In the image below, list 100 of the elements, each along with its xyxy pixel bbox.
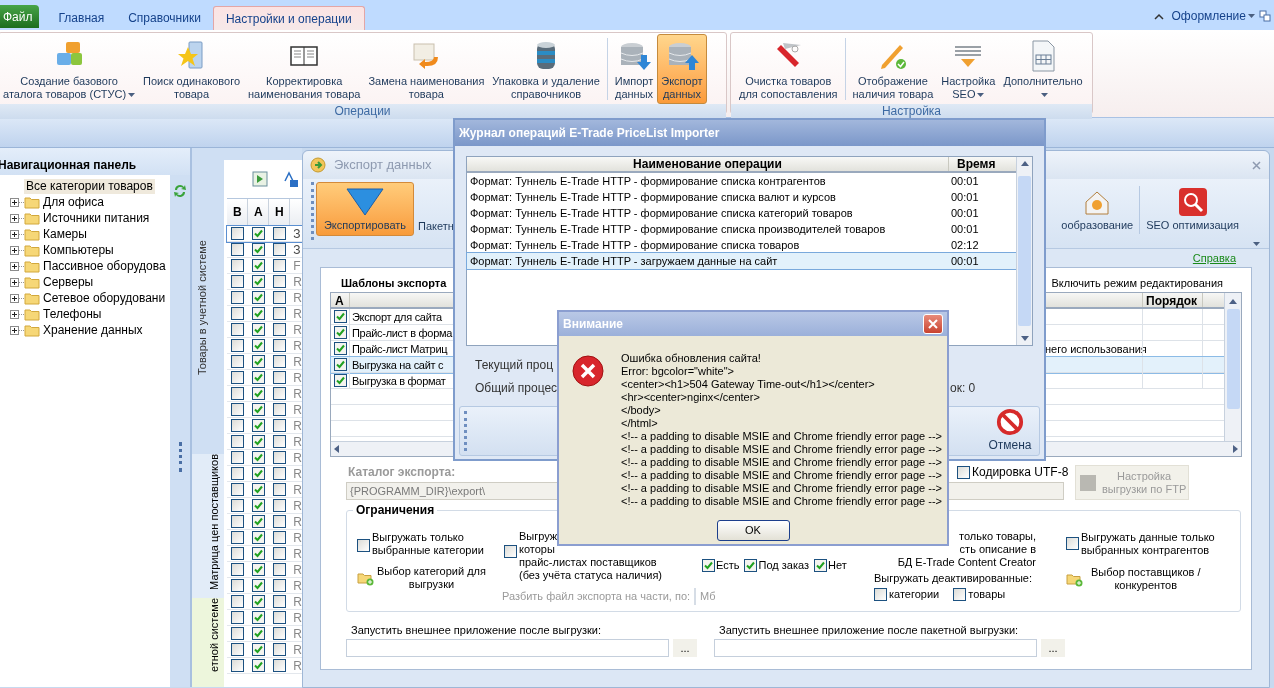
checkbox[interactable] <box>273 643 287 656</box>
checkbox[interactable] <box>231 579 245 592</box>
checkbox[interactable] <box>273 275 287 288</box>
checkbox[interactable] <box>252 307 266 320</box>
choose-categories-button[interactable]: Выбор категорий для выгрузки <box>357 565 504 591</box>
checkbox[interactable] <box>252 323 266 336</box>
checkbox[interactable] <box>231 339 245 352</box>
checkbox[interactable] <box>273 259 287 272</box>
checkbox[interactable] <box>252 435 266 448</box>
checkbox[interactable] <box>252 531 266 544</box>
expand-icon[interactable] <box>10 229 19 239</box>
ribbon-button[interactable]: Корректировка наименования товара <box>244 34 365 104</box>
ribbon-button[interactable]: Экспорт данных <box>657 34 707 104</box>
checkbox[interactable] <box>231 483 245 496</box>
toolbar-button[interactable]: ообразование <box>1059 182 1136 236</box>
ribbon-button[interactable]: Очистка товаров для сопоставления <box>735 34 842 104</box>
checkbox[interactable] <box>231 659 245 672</box>
browse-button[interactable]: ... <box>673 639 697 657</box>
cancel-button[interactable]: Отмена <box>983 408 1037 454</box>
tree-item[interactable]: Для офиса <box>43 194 104 210</box>
checkbox[interactable] <box>231 595 245 608</box>
expand-icon[interactable] <box>10 277 19 287</box>
checkbox[interactable] <box>333 374 347 387</box>
ribbon-button[interactable]: Дополнительно <box>999 34 1087 104</box>
tree-item[interactable]: Компьютеры <box>43 242 114 258</box>
checkbox[interactable] <box>252 259 266 272</box>
checkbox[interactable] <box>231 259 245 272</box>
checkbox[interactable] <box>231 435 245 448</box>
checkbox[interactable] <box>273 307 287 320</box>
checkbox[interactable] <box>231 291 245 304</box>
window-icon[interactable] <box>1259 10 1271 22</box>
checkbox[interactable] <box>231 611 245 624</box>
ok-button[interactable]: OK <box>716 520 790 541</box>
checkbox[interactable] <box>252 643 266 656</box>
close-button[interactable] <box>923 314 943 334</box>
collapse-ribbon-icon[interactable] <box>1153 12 1164 20</box>
checkbox[interactable] <box>273 243 287 256</box>
scroll-up-icon[interactable] <box>1020 161 1029 166</box>
checkbox[interactable] <box>231 563 245 576</box>
tree-item[interactable]: Серверы <box>43 274 94 290</box>
checkbox[interactable] <box>231 467 245 480</box>
tree-item[interactable]: Все категории товаров <box>24 178 155 194</box>
ribbon-tab[interactable]: Справочники <box>116 6 213 30</box>
checkbox[interactable] <box>273 291 287 304</box>
checkbox[interactable] <box>231 371 245 384</box>
checkbox[interactable] <box>333 342 347 355</box>
checkbox[interactable] <box>252 419 266 432</box>
ribbon-tab[interactable]: Настройки и операции <box>212 6 365 30</box>
vertical-scrollbar[interactable] <box>1224 293 1241 441</box>
checkbox[interactable] <box>231 643 245 656</box>
checkbox[interactable] <box>231 227 245 240</box>
checkbox[interactable] <box>231 243 245 256</box>
checkbox[interactable] <box>252 595 266 608</box>
checkbox[interactable] <box>231 547 245 560</box>
export-button[interactable]: Экспортировать <box>316 182 414 236</box>
expand-icon[interactable] <box>10 213 19 223</box>
checkbox[interactable] <box>231 387 245 400</box>
tree-item[interactable]: Пассивное оборудова <box>43 258 166 274</box>
ribbon-button[interactable]: Упаковка и удаление справочников <box>488 34 604 104</box>
checkbox[interactable] <box>231 419 245 432</box>
checkbox[interactable] <box>333 358 347 371</box>
checkbox[interactable] <box>252 515 266 528</box>
ribbon-button[interactable]: Импорт данных <box>610 34 658 104</box>
checkbox[interactable] <box>252 563 266 576</box>
checkbox[interactable] <box>252 611 266 624</box>
toolbar-button[interactable]: SEO оптимизация <box>1144 182 1241 236</box>
vertical-tab[interactable]: етной системе <box>192 597 225 687</box>
splitter-handle[interactable] <box>178 442 182 472</box>
checkbox[interactable] <box>273 419 287 432</box>
ribbon-button[interactable]: Замена наименования товара <box>364 34 489 104</box>
checkbox[interactable] <box>231 307 245 320</box>
checkbox[interactable] <box>273 627 287 640</box>
tree-item[interactable]: Телефоны <box>43 306 102 322</box>
vertical-scrollbar[interactable] <box>1016 157 1032 345</box>
checkbox[interactable] <box>273 483 287 496</box>
checkbox[interactable] <box>252 467 266 480</box>
tree-item[interactable]: Камеры <box>43 226 87 242</box>
checkbox[interactable] <box>252 243 266 256</box>
checkbox[interactable] <box>252 659 266 672</box>
checkbox[interactable] <box>252 339 266 352</box>
checkbox[interactable] <box>252 579 266 592</box>
parts-size-field[interactable] <box>694 588 697 605</box>
checkbox[interactable] <box>273 595 287 608</box>
checkbox[interactable] <box>504 545 517 558</box>
checkbox[interactable] <box>273 611 287 624</box>
file-menu-button[interactable]: Файл <box>0 5 39 28</box>
checkbox[interactable] <box>231 355 245 368</box>
checkbox[interactable] <box>702 559 715 572</box>
ribbon-button[interactable]: Отображение наличия товара <box>848 34 938 104</box>
tree-item[interactable]: Сетевое оборудовани <box>43 290 166 306</box>
checkbox[interactable] <box>333 326 347 339</box>
checkbox[interactable] <box>273 371 287 384</box>
checkbox[interactable] <box>273 467 287 480</box>
checkbox[interactable] <box>273 563 287 576</box>
tree-item[interactable]: Хранение данных <box>43 322 143 338</box>
scroll-left-icon[interactable] <box>334 445 339 453</box>
checkbox[interactable] <box>273 515 287 528</box>
expand-icon[interactable] <box>10 309 19 319</box>
checkbox[interactable] <box>252 355 266 368</box>
theme-menu[interactable]: Оформление <box>1171 7 1255 25</box>
